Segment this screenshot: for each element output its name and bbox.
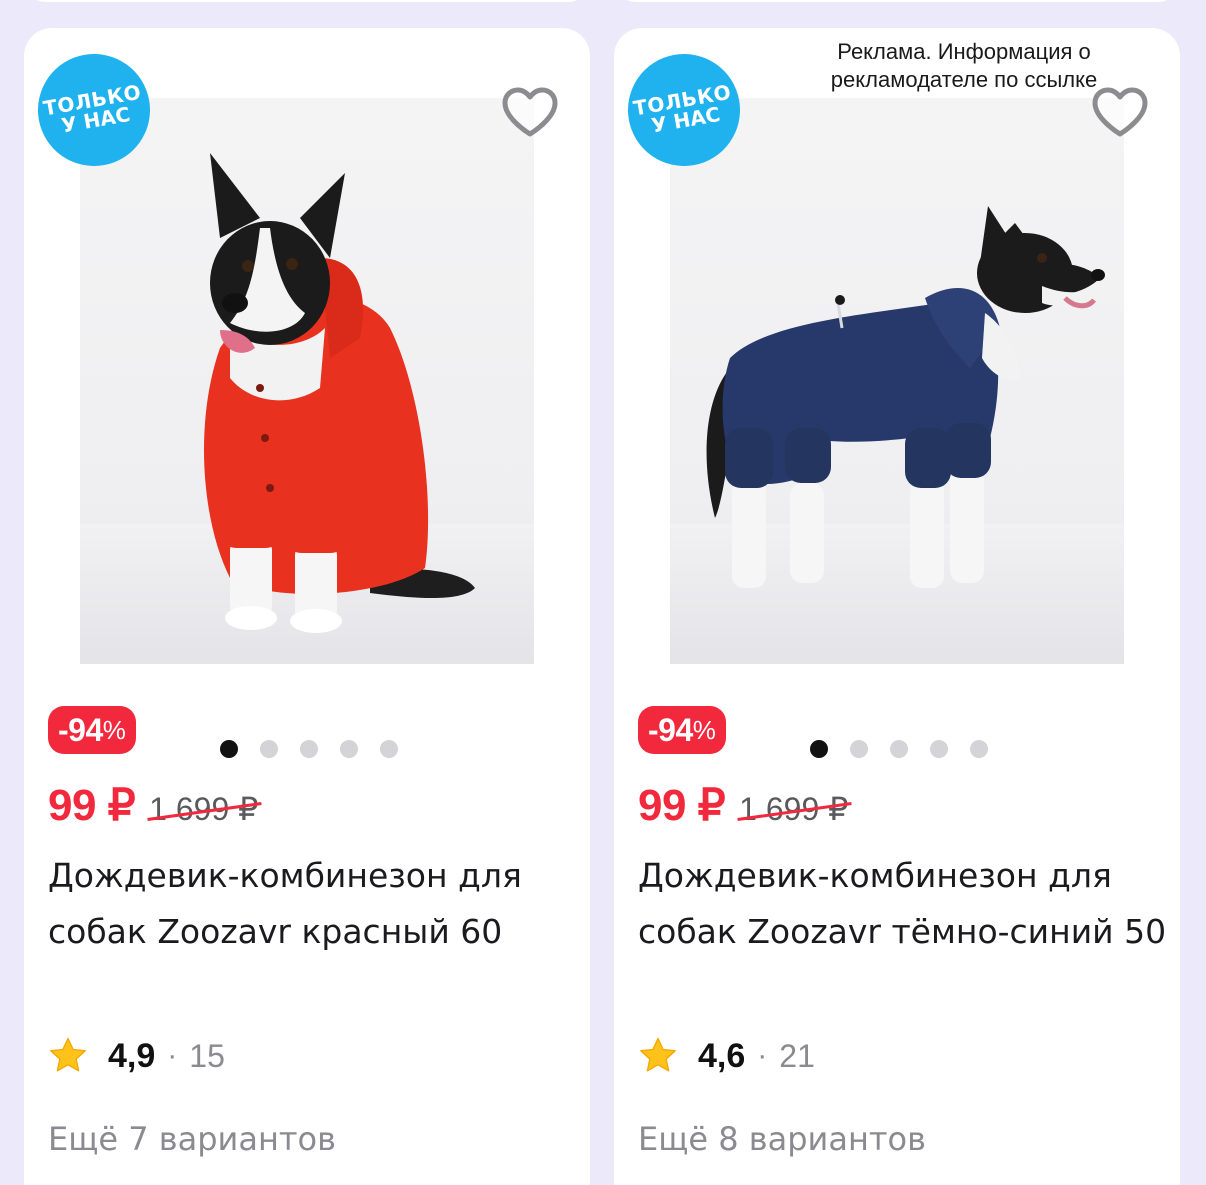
discount-percent-sign: %: [692, 714, 716, 745]
pagination-dot[interactable]: [850, 740, 868, 758]
previous-card-edge: [614, 0, 1180, 2]
old-price: 1 699 ₽: [739, 791, 849, 827]
product-image-navy-raincoat[interactable]: [670, 98, 1124, 664]
rating-value: 4,6: [698, 1036, 746, 1075]
star-icon: [640, 1037, 676, 1072]
rating-value: 4,9: [108, 1036, 156, 1075]
pagination-dot[interactable]: [970, 740, 988, 758]
image-pagination-dots[interactable]: [220, 740, 398, 758]
discount-badge: -94%: [638, 706, 726, 754]
price-row: 99 ₽ 1 699 ₽: [638, 780, 849, 831]
discount-value: -94: [648, 711, 693, 748]
star-icon: [50, 1037, 86, 1072]
product-card[interactable]: ТОЛЬКО У НАС -94% 99 ₽ 1 699 ₽ Дождевик-…: [24, 28, 590, 1185]
rating-row: 4,9 · 15: [48, 1036, 225, 1076]
current-price: 99 ₽: [638, 781, 726, 830]
image-pagination-dots[interactable]: [810, 740, 988, 758]
price-row: 99 ₽ 1 699 ₽: [48, 780, 259, 831]
pagination-dot[interactable]: [890, 740, 908, 758]
dog-navy-raincoat-illustration: [706, 206, 1105, 588]
discount-value: -94: [58, 711, 103, 748]
pagination-dot[interactable]: [260, 740, 278, 758]
pagination-dot[interactable]: [300, 740, 318, 758]
rating-row: 4,6 · 21: [638, 1036, 815, 1076]
current-price: 99 ₽: [48, 781, 136, 830]
product-title[interactable]: Дождевик-комбинезон для собак Zoozavr кр…: [48, 848, 578, 960]
product-card[interactable]: ТОЛЬКО У НАС Реклама. Информация о рекла…: [614, 28, 1180, 1185]
pagination-dot[interactable]: [930, 740, 948, 758]
pagination-dot-active[interactable]: [220, 740, 238, 758]
rating-separator: ·: [757, 1039, 768, 1072]
pagination-dot[interactable]: [340, 740, 358, 758]
favorite-heart-icon[interactable]: [1088, 80, 1152, 144]
discount-percent-sign: %: [102, 714, 126, 745]
product-image-red-raincoat[interactable]: [80, 98, 534, 664]
more-variants-link[interactable]: Ещё 8 вариантов: [638, 1120, 926, 1158]
product-title[interactable]: Дождевик-комбинезон для собак Zoozavr тё…: [638, 848, 1168, 960]
rating-separator: ·: [167, 1039, 178, 1072]
review-count: 21: [779, 1037, 815, 1074]
review-count: 15: [189, 1037, 225, 1074]
favorite-heart-icon[interactable]: [498, 80, 562, 144]
old-price: 1 699 ₽: [149, 791, 259, 827]
more-variants-link[interactable]: Ещё 7 вариантов: [48, 1120, 336, 1158]
dog-red-raincoat-illustration: [203, 153, 475, 633]
pagination-dot[interactable]: [380, 740, 398, 758]
previous-card-edge: [24, 0, 590, 2]
ad-disclosure-link[interactable]: Реклама. Информация о рекламодателе по с…: [804, 38, 1124, 94]
discount-badge: -94%: [48, 706, 136, 754]
pagination-dot-active[interactable]: [810, 740, 828, 758]
